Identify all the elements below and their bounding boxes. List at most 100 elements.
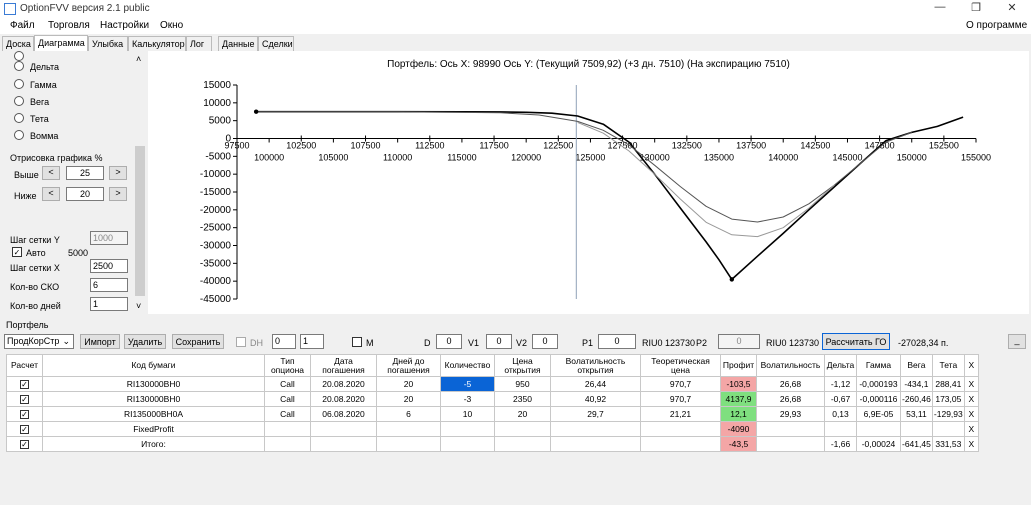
- table-cell[interactable]: Call: [264, 391, 311, 407]
- table-cell[interactable]: [640, 436, 721, 452]
- table-cell[interactable]: 6,9E-05: [856, 406, 901, 422]
- table-cell[interactable]: -103,5: [720, 376, 757, 392]
- table-cell[interactable]: 970,7: [640, 376, 721, 392]
- auto-checkbox[interactable]: ✓: [12, 247, 22, 257]
- column-header[interactable]: Тета: [931, 354, 965, 377]
- remove-row-button[interactable]: X: [963, 421, 979, 437]
- table-cell[interactable]: -260,46: [900, 391, 933, 407]
- d-field[interactable]: 0: [436, 334, 462, 349]
- column-header[interactable]: Дата погашения: [310, 354, 377, 377]
- table-cell[interactable]: 29,7: [550, 406, 641, 422]
- remove-row-button[interactable]: X: [963, 406, 979, 422]
- column-header[interactable]: Дней до погашения: [376, 354, 441, 377]
- column-header[interactable]: Профит: [720, 354, 757, 377]
- table-cell[interactable]: [931, 421, 965, 437]
- column-header[interactable]: Расчет: [6, 354, 43, 377]
- m-checkbox[interactable]: [352, 337, 362, 347]
- table-cell[interactable]: [824, 421, 857, 437]
- below-decrease-button[interactable]: <: [42, 187, 60, 201]
- minimize-panel-button[interactable]: _: [1008, 334, 1026, 349]
- p1-field[interactable]: 0: [598, 334, 636, 349]
- dh-spinner-2[interactable]: 1: [300, 334, 324, 349]
- checkbox-icon[interactable]: ✓: [20, 440, 29, 450]
- column-header[interactable]: Тип опциона: [264, 354, 311, 377]
- table-cell[interactable]: 10: [440, 406, 495, 422]
- table-cell[interactable]: [900, 421, 933, 437]
- table-cell[interactable]: 0,13: [824, 406, 857, 422]
- table-cell[interactable]: RI135000BH0A: [42, 406, 265, 422]
- table-cell[interactable]: -43,5: [720, 436, 757, 452]
- table-cell[interactable]: [376, 436, 441, 452]
- strategy-select[interactable]: ПродКорСтр ⌄: [4, 334, 74, 349]
- tab-calculator[interactable]: Калькулятор: [128, 36, 186, 51]
- days-field[interactable]: 1: [90, 297, 128, 311]
- table-cell[interactable]: [550, 421, 641, 437]
- table-cell[interactable]: 20: [494, 406, 551, 422]
- minimize-icon[interactable]: —: [922, 1, 958, 17]
- table-cell[interactable]: RI130000BH0: [42, 391, 265, 407]
- table-cell[interactable]: [440, 436, 495, 452]
- table-cell[interactable]: [264, 421, 311, 437]
- table-cell[interactable]: -1,12: [824, 376, 857, 392]
- table-row[interactable]: ✓ RI130000BH0 Call 20.08.2020 20 -5 950 26,44 97…: [6, 376, 979, 392]
- grid-x-field[interactable]: 2500: [90, 259, 128, 273]
- column-header[interactable]: Волатильность: [756, 354, 825, 377]
- calc-checkbox[interactable]: ✓: [6, 436, 43, 452]
- menu-settings[interactable]: Настройки: [100, 20, 149, 31]
- scroll-up-icon[interactable]: ˄: [136, 54, 141, 64]
- table-cell[interactable]: [856, 421, 901, 437]
- column-header[interactable]: X: [963, 354, 979, 377]
- remove-row-button[interactable]: X: [963, 436, 979, 452]
- calc-checkbox[interactable]: ✓: [6, 391, 43, 407]
- table-cell[interactable]: 12,1: [720, 406, 757, 422]
- table-cell[interactable]: -434,1: [900, 376, 933, 392]
- radio-gamma[interactable]: [14, 79, 24, 89]
- table-cell[interactable]: 970,7: [640, 391, 721, 407]
- below-field[interactable]: 20: [66, 187, 104, 201]
- below-increase-button[interactable]: >: [109, 187, 127, 201]
- table-cell[interactable]: 20.08.2020: [310, 376, 377, 392]
- sko-field[interactable]: 6: [90, 278, 128, 292]
- table-cell[interactable]: [310, 436, 377, 452]
- scroll-down-icon[interactable]: ˅: [136, 301, 141, 311]
- column-header[interactable]: Дельта: [824, 354, 857, 377]
- maximize-icon[interactable]: ❐: [958, 1, 994, 17]
- calculate-go-button[interactable]: Рассчитать ГО: [822, 333, 890, 350]
- table-cell[interactable]: 950: [494, 376, 551, 392]
- column-header[interactable]: Код бумаги: [42, 354, 265, 377]
- column-header[interactable]: Цена открытия: [494, 354, 551, 377]
- table-cell[interactable]: -0,000116: [856, 391, 901, 407]
- calc-checkbox[interactable]: ✓: [6, 376, 43, 392]
- menu-file[interactable]: Файл: [10, 20, 35, 31]
- table-cell[interactable]: [494, 436, 551, 452]
- radio-vega[interactable]: [14, 96, 24, 106]
- table-cell[interactable]: Итого:: [42, 436, 265, 452]
- checkbox-icon[interactable]: ✓: [20, 395, 29, 405]
- menu-trading[interactable]: Торговля: [48, 20, 90, 31]
- table-cell[interactable]: [376, 421, 441, 437]
- above-increase-button[interactable]: >: [109, 166, 127, 180]
- table-cell[interactable]: [440, 421, 495, 437]
- table-cell[interactable]: -0,00024: [856, 436, 901, 452]
- table-cell[interactable]: -641,45: [900, 436, 933, 452]
- table-cell[interactable]: 29,93: [756, 406, 825, 422]
- calc-checkbox[interactable]: ✓: [6, 421, 43, 437]
- above-field[interactable]: 25: [66, 166, 104, 180]
- table-cell[interactable]: 26,68: [756, 376, 825, 392]
- table-cell[interactable]: RI130000BH0: [42, 376, 265, 392]
- calc-checkbox[interactable]: ✓: [6, 406, 43, 422]
- table-cell[interactable]: -3: [440, 391, 495, 407]
- table-row[interactable]: ✓ RI130000BH0 Call 20.08.2020 20 -3 2350 40,92 9…: [6, 391, 979, 407]
- remove-row-button[interactable]: X: [963, 376, 979, 392]
- v2-field[interactable]: 0: [532, 334, 558, 349]
- column-header[interactable]: Волатильность открытия: [550, 354, 641, 377]
- table-cell[interactable]: [756, 436, 825, 452]
- table-cell[interactable]: 20.08.2020: [310, 391, 377, 407]
- checkbox-icon[interactable]: ✓: [20, 380, 29, 390]
- table-cell[interactable]: [550, 436, 641, 452]
- column-header[interactable]: Гамма: [856, 354, 901, 377]
- column-header[interactable]: Вега: [900, 354, 933, 377]
- grid-y-field[interactable]: 1000: [90, 231, 128, 245]
- tab-log[interactable]: Лог: [186, 36, 212, 51]
- tab-deals[interactable]: Сделки: [258, 36, 294, 51]
